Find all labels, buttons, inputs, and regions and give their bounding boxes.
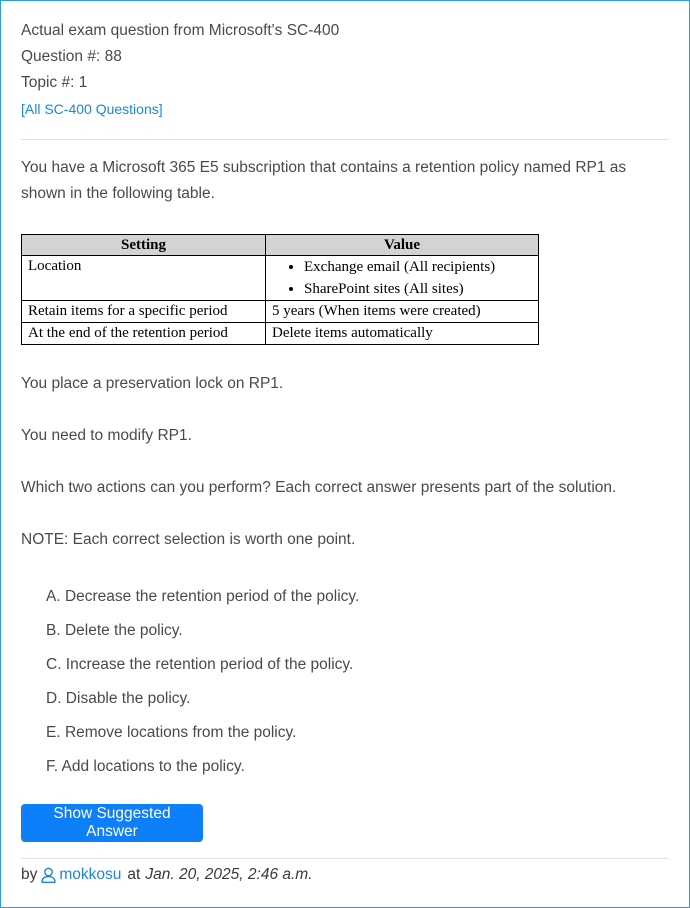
choice-b[interactable]: B. Delete the policy. [46, 622, 183, 640]
list-item: Exchange email (All recipients) [304, 256, 532, 278]
table-cell-setting: At the end of the retention period [21, 322, 266, 345]
table-cell-value: Exchange email (All recipients) SharePoi… [265, 255, 539, 301]
user-icon [41, 867, 57, 883]
author-username: mokkosu [59, 866, 122, 883]
table-cell-setting: Retain items for a specific period [21, 300, 266, 323]
table-row: Retain items for a specific period 5 yea… [21, 300, 539, 323]
question-note: NOTE: Each correct selection is worth on… [21, 531, 356, 548]
question-paragraph: You place a preservation lock on RP1. [21, 375, 284, 392]
byline: by mokkosu at Jan. 20, 2025, 2:46 a.m. [21, 866, 313, 884]
choice-a[interactable]: A. Decrease the retention period of the … [46, 588, 359, 606]
table-cell-setting: Location [21, 255, 266, 301]
question-paragraph: You need to modify RP1. [21, 427, 192, 444]
table-header-setting: Setting [21, 234, 266, 256]
table-row: At the end of the retention period Delet… [21, 322, 539, 345]
byline-prefix: by [21, 866, 38, 883]
exam-title: Actual exam question from Microsoft's SC… [21, 22, 340, 39]
post-date: Jan. 20, 2025, 2:46 a.m. [145, 866, 313, 883]
table-header-value: Value [265, 234, 539, 256]
policy-settings-table: Setting Value Location Exchange email (A… [21, 234, 539, 345]
choice-f[interactable]: F. Add locations to the policy. [46, 758, 245, 776]
choice-c[interactable]: C. Increase the retention period of the … [46, 656, 353, 674]
table-cell-value: Delete items automatically [265, 322, 539, 345]
list-item: SharePoint sites (All sites) [304, 278, 532, 300]
author-link[interactable]: mokkosu [41, 866, 121, 884]
table-row: Location Exchange email (All recipients)… [21, 255, 539, 301]
question-paragraph: Which two actions can you perform? Each … [21, 479, 617, 496]
show-suggested-answer-button[interactable]: Show Suggested Answer [21, 804, 203, 842]
divider [21, 139, 669, 140]
question-intro: You have a Microsoft 365 E5 subscription… [21, 159, 627, 202]
choice-d[interactable]: D. Disable the policy. [46, 690, 190, 708]
all-questions-link[interactable]: [All SC-400 Questions] [21, 101, 163, 117]
topic-number: Topic #: 1 [21, 74, 88, 91]
divider [21, 858, 669, 859]
choice-e[interactable]: E. Remove locations from the policy. [46, 724, 296, 742]
table-cell-value: 5 years (When items were created) [265, 300, 539, 323]
byline-at: at [127, 866, 141, 883]
location-list: Exchange email (All recipients) SharePoi… [272, 256, 532, 300]
question-number: Question #: 88 [21, 48, 122, 65]
